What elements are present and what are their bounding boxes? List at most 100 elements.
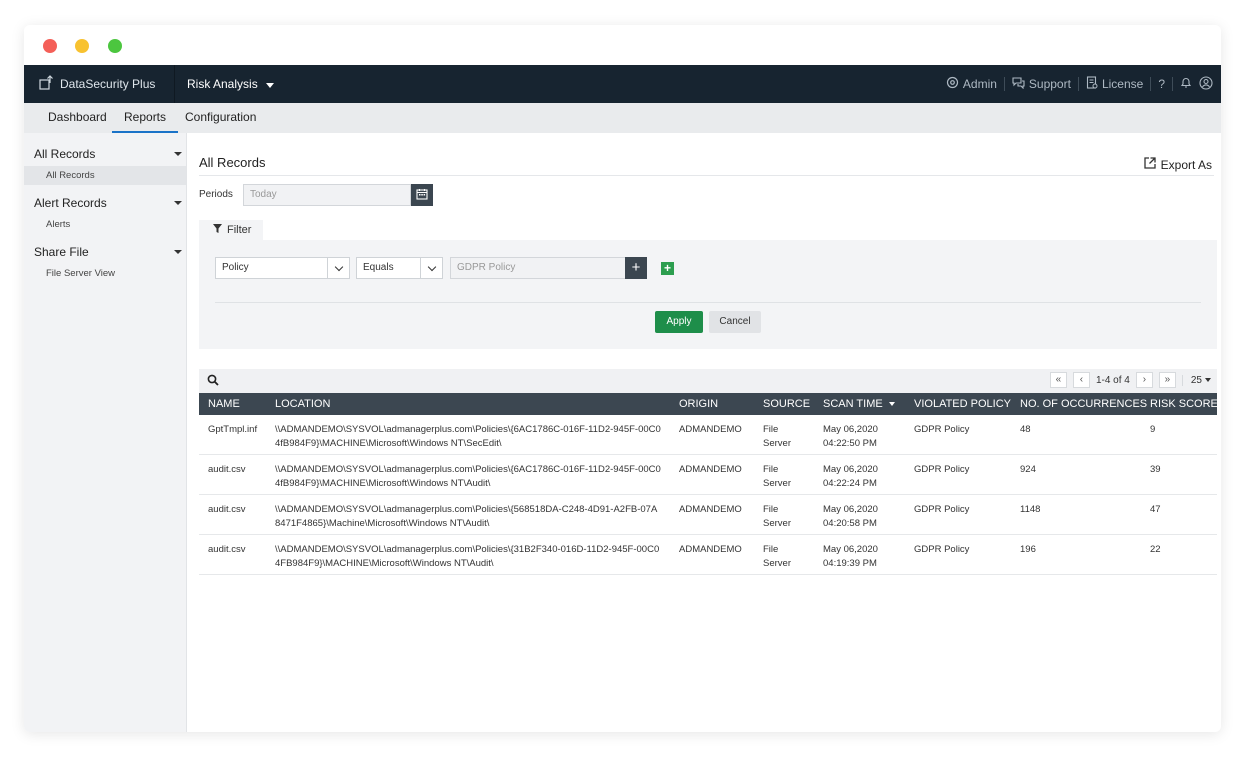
cell-location: \\ADMANDEMO\SYSVOL\admanagerplus.com\Pol… bbox=[266, 494, 670, 535]
license-label: License bbox=[1101, 77, 1144, 91]
column-header-location[interactable]: LOCATION bbox=[266, 393, 670, 415]
user-icon[interactable] bbox=[1199, 75, 1213, 93]
window-titlebar bbox=[24, 25, 1221, 65]
period-input[interactable]: Today bbox=[243, 184, 411, 206]
chevron-down-icon bbox=[174, 201, 182, 205]
divider bbox=[1172, 77, 1173, 91]
cell-source: File Server bbox=[754, 454, 814, 495]
page-title: All Records bbox=[199, 155, 266, 170]
license-link[interactable]: License bbox=[1086, 76, 1143, 92]
first-page-button[interactable]: « bbox=[1049, 372, 1067, 388]
cell-origin: ADMANDEMO bbox=[670, 494, 754, 535]
table-row[interactable]: audit.csv \\ADMANDEMO\SYSVOL\admanagerpl… bbox=[199, 534, 1217, 575]
cell-policy: GDPR Policy bbox=[905, 534, 1011, 575]
module-switcher[interactable]: Risk Analysis bbox=[187, 65, 274, 103]
divider bbox=[215, 302, 1201, 303]
sidebar-item-all-records[interactable]: All Records bbox=[24, 166, 186, 185]
column-header-origin[interactable]: ORIGIN bbox=[670, 393, 754, 415]
calendar-icon bbox=[416, 188, 428, 203]
per-page-select[interactable]: 25 bbox=[1181, 374, 1211, 386]
license-icon bbox=[1086, 76, 1098, 92]
filter-field-value: Policy bbox=[222, 262, 249, 273]
cell-name: audit.csv bbox=[199, 534, 266, 575]
maximize-window-button[interactable] bbox=[108, 39, 122, 53]
table-row[interactable]: audit.csv \\ADMANDEMO\SYSVOL\admanagerpl… bbox=[199, 494, 1217, 535]
table-row[interactable]: GptTmpl.inf \\ADMANDEMO\SYSVOL\admanager… bbox=[199, 415, 1217, 455]
support-chat-icon bbox=[1012, 76, 1025, 92]
sort-desc-icon bbox=[888, 402, 895, 407]
tab-dashboard[interactable]: Dashboard bbox=[48, 103, 107, 133]
table-toolbar: « ‹ 1-4 of 4 › » 25 bbox=[199, 369, 1217, 393]
column-header-violated-policy[interactable]: VIOLATED POLICY bbox=[905, 393, 1011, 415]
column-header-occurrences[interactable]: NO. OF OCCURRENCES bbox=[1011, 393, 1147, 415]
table-row[interactable]: audit.csv \\ADMANDEMO\SYSVOL\admanagerpl… bbox=[199, 454, 1217, 495]
sidebar-group-label: Share File bbox=[34, 245, 89, 259]
cell-risk-score: 22 bbox=[1141, 534, 1217, 575]
records-table: NAME LOCATION ORIGIN SOURCE SCAN TIME VI… bbox=[199, 393, 1218, 575]
column-header-source[interactable]: SOURCE bbox=[754, 393, 814, 415]
filter-field-select[interactable]: Policy bbox=[215, 257, 350, 279]
cell-location: \\ADMANDEMO\SYSVOL\admanagerplus.com\Pol… bbox=[266, 415, 670, 455]
sidebar-group-alert-records[interactable]: Alert Records bbox=[34, 194, 182, 212]
chevron-down-icon bbox=[1205, 378, 1211, 382]
divider bbox=[1003, 77, 1005, 91]
help-button[interactable]: ? bbox=[1158, 77, 1165, 91]
divider bbox=[1150, 77, 1152, 91]
main-tabs: Dashboard Reports Configuration bbox=[24, 103, 1221, 133]
table-header-row: NAME LOCATION ORIGIN SOURCE SCAN TIME VI… bbox=[199, 393, 1218, 415]
filter-tab[interactable]: Filter bbox=[199, 220, 263, 240]
admin-link[interactable]: Admin bbox=[946, 76, 997, 92]
export-as-button[interactable]: Export As bbox=[1143, 157, 1212, 172]
cell-origin: ADMANDEMO bbox=[670, 534, 754, 575]
module-name: Risk Analysis bbox=[187, 77, 258, 91]
divider bbox=[1077, 77, 1079, 91]
column-header-risk-score[interactable]: RISK SCORE bbox=[1141, 393, 1218, 415]
export-label: Export As bbox=[1160, 157, 1212, 172]
divider bbox=[199, 175, 1214, 176]
tab-configuration[interactable]: Configuration bbox=[185, 103, 256, 133]
column-header-name[interactable]: NAME bbox=[199, 393, 266, 415]
apply-button[interactable]: Apply bbox=[655, 311, 703, 333]
last-page-button[interactable]: » bbox=[1158, 372, 1176, 388]
bell-icon[interactable] bbox=[1180, 76, 1192, 92]
top-right-links: Admin Support License ? bbox=[946, 65, 1213, 103]
cell-policy: GDPR Policy bbox=[905, 454, 1011, 495]
sidebar-group-share-file[interactable]: Share File bbox=[34, 243, 182, 261]
cell-origin: ADMANDEMO bbox=[670, 454, 754, 495]
cell-scan-time: May 06,2020 04:22:50 PM bbox=[814, 415, 905, 455]
cell-source: File Server bbox=[754, 534, 814, 575]
filter-tab-label: Filter bbox=[227, 224, 252, 236]
brand-logo[interactable]: DataSecurity Plus bbox=[38, 65, 174, 103]
close-window-button[interactable] bbox=[43, 39, 57, 53]
filter-operator-select[interactable]: Equals bbox=[356, 257, 443, 279]
app-window: DataSecurity Plus Risk Analysis Admin Su… bbox=[24, 25, 1221, 732]
cell-risk-score: 9 bbox=[1141, 415, 1217, 455]
cell-location: \\ADMANDEMO\SYSVOL\admanagerplus.com\Pol… bbox=[266, 534, 670, 575]
add-value-button[interactable]: + bbox=[625, 257, 647, 279]
prev-page-button[interactable]: ‹ bbox=[1072, 372, 1090, 388]
sidebar-group-all-records[interactable]: All Records bbox=[34, 145, 182, 163]
cell-risk-score: 39 bbox=[1141, 454, 1217, 495]
cell-policy: GDPR Policy bbox=[905, 494, 1011, 535]
cell-scan-time: May 06,2020 04:22:24 PM bbox=[814, 454, 905, 495]
calendar-button[interactable] bbox=[411, 184, 433, 206]
sidebar-item-alerts[interactable]: Alerts bbox=[24, 215, 186, 234]
add-filter-row-button[interactable]: + bbox=[661, 262, 674, 275]
cell-scan-time: May 06,2020 04:20:58 PM bbox=[814, 494, 905, 535]
minimize-window-button[interactable] bbox=[75, 39, 89, 53]
support-label: Support bbox=[1028, 77, 1071, 91]
tab-reports[interactable]: Reports bbox=[112, 103, 179, 133]
cell-policy: GDPR Policy bbox=[905, 415, 1011, 455]
sidebar-group-label: All Records bbox=[34, 147, 96, 161]
cell-source: File Server bbox=[754, 415, 814, 455]
support-link[interactable]: Support bbox=[1012, 76, 1071, 92]
cell-scan-time: May 06,2020 04:19:39 PM bbox=[814, 534, 905, 575]
column-header-scan-time[interactable]: SCAN TIME bbox=[814, 393, 905, 415]
filter-value-input[interactable]: GDPR Policy bbox=[450, 257, 626, 279]
cancel-button[interactable]: Cancel bbox=[709, 311, 761, 333]
sidebar-item-file-server-view[interactable]: File Server View bbox=[24, 264, 186, 283]
search-icon[interactable] bbox=[207, 374, 219, 389]
next-page-button[interactable]: › bbox=[1135, 372, 1153, 388]
cell-occurrences: 196 bbox=[1011, 534, 1141, 575]
cell-name: audit.csv bbox=[199, 494, 266, 535]
